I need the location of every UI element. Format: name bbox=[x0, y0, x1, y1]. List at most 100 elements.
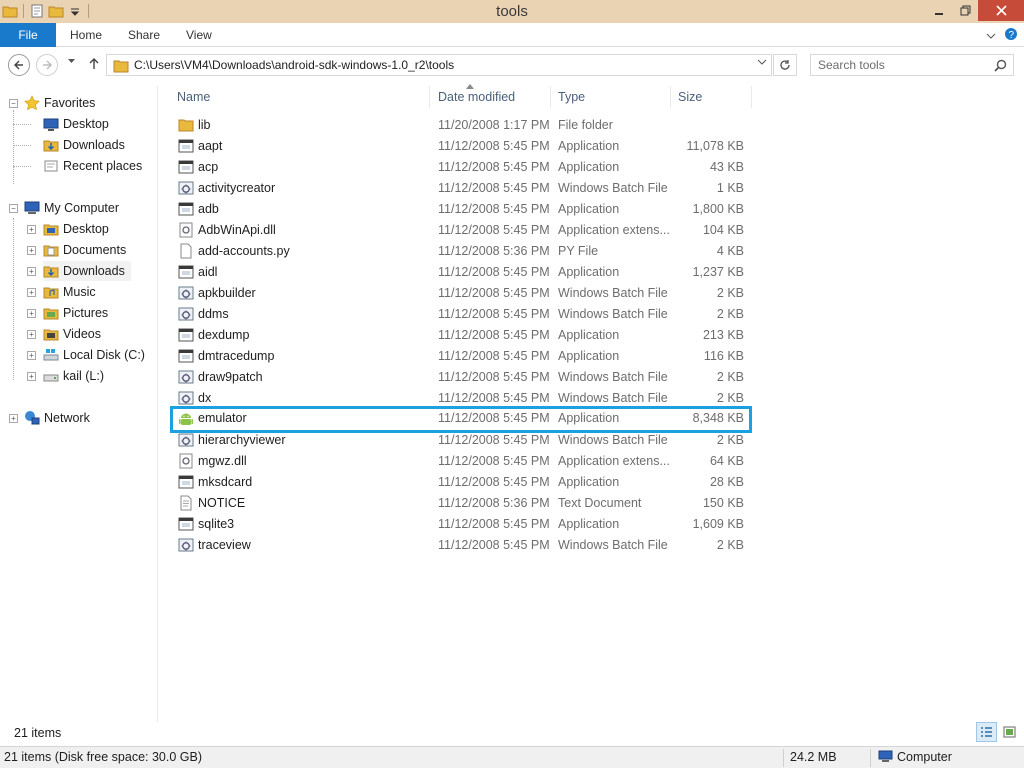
file-row[interactable]: NOTICE 11/12/2008 5:36 PM Text Document 150… bbox=[170, 493, 752, 514]
file-date-modified: 11/12/2008 5:45 PM bbox=[438, 223, 550, 237]
file-row[interactable]: lib 11/20/2008 1:17 PM File folder bbox=[170, 115, 752, 136]
file-type: Application bbox=[558, 202, 620, 216]
file-date-modified: 11/12/2008 5:45 PM bbox=[438, 286, 550, 300]
file-row[interactable]: adb 11/12/2008 5:45 PM Application 1,800 KB bbox=[170, 199, 752, 220]
file-row[interactable]: ddms 11/12/2008 5:45 PM Windows Batch File… bbox=[170, 304, 752, 325]
file-name: dexdump bbox=[198, 328, 250, 342]
nav-computer-videos[interactable]: Videos bbox=[43, 324, 101, 344]
file-size: 2 KB bbox=[716, 391, 744, 405]
file-row[interactable]: activitycreator 11/12/2008 5:45 PM Windows… bbox=[170, 178, 752, 199]
expand-ribbon-icon[interactable] bbox=[986, 29, 996, 43]
file-row[interactable]: aidl 11/12/2008 5:45 PM Application 1,237 K… bbox=[170, 262, 752, 283]
nav-item-label: kail (L:) bbox=[63, 369, 104, 383]
tab-view[interactable]: View bbox=[186, 23, 212, 47]
nav-computer-music[interactable]: Music bbox=[43, 282, 96, 302]
nav-computer-pictures[interactable]: Pictures bbox=[43, 303, 108, 323]
file-type: Windows Batch File bbox=[558, 307, 668, 321]
expand-toggle[interactable]: + bbox=[27, 309, 36, 318]
refresh-button[interactable] bbox=[773, 54, 797, 76]
expand-toggle[interactable]: + bbox=[27, 351, 36, 360]
close-button[interactable] bbox=[978, 0, 1024, 21]
details-view-button[interactable] bbox=[976, 722, 997, 742]
nav-network[interactable]: Network bbox=[24, 408, 90, 428]
close-icon bbox=[995, 5, 1007, 16]
nav-item-label: Videos bbox=[63, 327, 101, 341]
nav-my-computer[interactable]: My Computer bbox=[24, 198, 119, 218]
column-type[interactable]: Type bbox=[551, 86, 671, 108]
recent-places-icon bbox=[43, 158, 59, 174]
expand-toggle[interactable]: + bbox=[27, 246, 36, 255]
file-date-modified: 11/12/2008 5:45 PM bbox=[438, 475, 550, 489]
column-name[interactable]: Name bbox=[170, 86, 430, 108]
file-date-modified: 11/12/2008 5:45 PM bbox=[438, 454, 550, 468]
address-row: C:\Users\VM4\Downloads\android-sdk-windo… bbox=[0, 48, 1024, 82]
file-row[interactable]: AdbWinApi.dll 11/12/2008 5:45 PM Applicati… bbox=[170, 220, 752, 241]
file-row[interactable]: dexdump 11/12/2008 5:45 PM Application 213 … bbox=[170, 325, 752, 346]
expand-toggle[interactable]: + bbox=[27, 288, 36, 297]
nav-computer-local-disk[interactable]: Local Disk (C:) bbox=[43, 345, 145, 365]
file-row[interactable]: traceview 11/12/2008 5:45 PM Windows Batch… bbox=[170, 535, 752, 556]
file-type: Application bbox=[558, 517, 620, 531]
window-controls bbox=[926, 0, 1024, 21]
address-dropdown-icon[interactable] bbox=[757, 58, 767, 69]
column-size[interactable]: Size bbox=[671, 86, 752, 108]
tab-home[interactable]: Home bbox=[70, 23, 102, 47]
file-name: mksdcard bbox=[198, 475, 253, 489]
file-row[interactable]: mgwz.dll 11/12/2008 5:45 PM Application ex… bbox=[170, 451, 752, 472]
tab-file[interactable]: File bbox=[0, 23, 56, 47]
file-row[interactable]: add-accounts.py 11/12/2008 5:36 PM PY File… bbox=[170, 241, 752, 262]
computer-collapse-toggle[interactable]: − bbox=[9, 204, 18, 213]
file-row[interactable]: emulator 11/12/2008 5:45 PM Application 8,3… bbox=[170, 406, 752, 433]
forward-button[interactable] bbox=[36, 54, 58, 76]
generic-file-icon bbox=[178, 243, 194, 259]
expand-toggle[interactable]: + bbox=[27, 372, 36, 381]
expand-toggle[interactable]: + bbox=[27, 225, 36, 234]
nav-favorites-recent-places[interactable]: Recent places bbox=[43, 156, 142, 176]
expand-toggle[interactable]: + bbox=[27, 267, 36, 276]
help-icon[interactable]: ? bbox=[1004, 27, 1018, 44]
nav-favorites[interactable]: Favorites bbox=[24, 93, 95, 113]
file-date-modified: 11/12/2008 5:45 PM bbox=[438, 265, 550, 279]
column-date-modified[interactable]: Date modified bbox=[431, 86, 551, 108]
nav-item-label: Downloads bbox=[63, 138, 125, 152]
tab-share[interactable]: Share bbox=[128, 23, 160, 47]
up-button[interactable] bbox=[88, 57, 100, 73]
file-row[interactable]: acp 11/12/2008 5:45 PM Application 43 KB bbox=[170, 157, 752, 178]
restore-icon bbox=[960, 5, 970, 16]
favorites-collapse-toggle[interactable]: − bbox=[9, 99, 18, 108]
file-row[interactable]: hierarchyviewer 11/12/2008 5:45 PM Windows… bbox=[170, 430, 752, 451]
network-expand-toggle[interactable]: + bbox=[9, 414, 18, 423]
file-date-modified: 11/12/2008 5:45 PM bbox=[438, 202, 550, 216]
file-row[interactable]: aapt 11/12/2008 5:45 PM Application 11,078 … bbox=[170, 136, 752, 157]
address-bar[interactable]: C:\Users\VM4\Downloads\android-sdk-windo… bbox=[106, 54, 772, 76]
downloads-icon bbox=[43, 137, 59, 153]
file-name: ddms bbox=[198, 307, 229, 321]
file-row[interactable]: sqlite3 11/12/2008 5:45 PM Application 1,60… bbox=[170, 514, 752, 535]
search-icon[interactable] bbox=[994, 59, 1007, 75]
application-icon bbox=[178, 138, 194, 154]
expand-toggle[interactable]: + bbox=[27, 330, 36, 339]
nav-computer-desktop[interactable]: Desktop bbox=[43, 219, 109, 239]
search-box[interactable] bbox=[810, 54, 1014, 76]
restore-button[interactable] bbox=[952, 0, 978, 21]
search-input[interactable] bbox=[818, 58, 988, 72]
nav-favorites-desktop[interactable]: Desktop bbox=[43, 114, 109, 134]
large-icons-view-button[interactable] bbox=[999, 722, 1020, 742]
file-size: 1 KB bbox=[716, 181, 744, 195]
back-button[interactable] bbox=[8, 54, 30, 76]
file-row[interactable]: draw9patch 11/12/2008 5:45 PM Windows Batc… bbox=[170, 367, 752, 388]
file-row[interactable]: mksdcard 11/12/2008 5:45 PM Application 28 … bbox=[170, 472, 752, 493]
desktop-icon bbox=[43, 116, 59, 132]
nav-computer-kail-drive[interactable]: kail (L:) bbox=[43, 366, 104, 386]
status-location-label: Computer bbox=[897, 750, 952, 764]
minimize-button[interactable] bbox=[926, 0, 952, 21]
nav-favorites-downloads[interactable]: Downloads bbox=[43, 135, 125, 155]
file-size: 28 KB bbox=[709, 475, 744, 489]
address-path[interactable]: C:\Users\VM4\Downloads\android-sdk-windo… bbox=[134, 58, 454, 72]
nav-computer-documents[interactable]: Documents bbox=[43, 240, 126, 260]
nav-computer-downloads[interactable]: Downloads bbox=[43, 261, 131, 281]
recent-locations-button[interactable] bbox=[67, 56, 76, 68]
file-row[interactable]: dmtracedump 11/12/2008 5:45 PM Application… bbox=[170, 346, 752, 367]
file-row[interactable]: apkbuilder 11/12/2008 5:45 PM Windows Batc… bbox=[170, 283, 752, 304]
file-type: Windows Batch File bbox=[558, 181, 668, 195]
